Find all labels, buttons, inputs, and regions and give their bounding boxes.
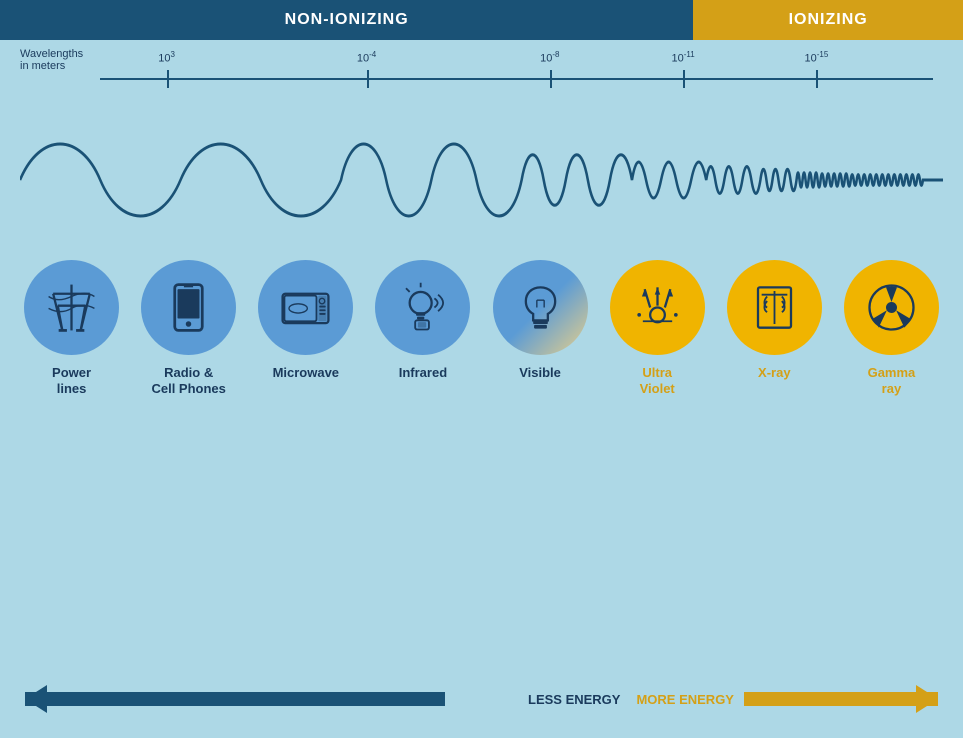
icon-circle-gamma — [844, 260, 939, 355]
more-energy-arrow — [744, 685, 938, 713]
ultraviolet-icon — [630, 280, 685, 335]
tick-1 — [167, 70, 169, 88]
tick-label-2: 10-4 — [357, 50, 376, 65]
less-energy-arrow — [25, 685, 445, 713]
ionizing-band: IONIZING — [693, 0, 963, 40]
tick-3 — [550, 70, 552, 88]
icon-item-visible: Visible — [489, 260, 592, 381]
visible-light-icon — [513, 280, 568, 335]
icon-circle-power-lines — [24, 260, 119, 355]
tick-label-1: 103 — [158, 50, 175, 65]
tick-label-3: 10-8 — [540, 50, 559, 65]
xray-icon — [747, 280, 802, 335]
icon-circle-infrared — [375, 260, 470, 355]
xray-label: X-ray — [758, 365, 791, 381]
non-ionizing-label: NON-IONIZING — [285, 11, 409, 29]
icon-item-ultraviolet: UltraViolet — [606, 260, 709, 396]
energy-arrows: LESS ENERGY MORE ENERGY — [0, 685, 963, 713]
visible-label: Visible — [519, 365, 561, 381]
more-energy-label: MORE ENERGY — [636, 692, 734, 707]
wavelength-label: Wavelengths in meters — [20, 48, 83, 72]
icon-circle-xray — [727, 260, 822, 355]
icon-item-power-lines: Powerlines — [20, 260, 123, 396]
cell-phone-icon — [161, 280, 216, 335]
radio-cell-label: Radio &Cell Phones — [151, 365, 225, 396]
icon-item-gamma: Gammaray — [840, 260, 943, 396]
icon-circle-microwave — [258, 260, 353, 355]
icons-section: Powerlines Radio &Cell Phones — [0, 240, 963, 406]
wave-diagram — [20, 120, 943, 240]
icon-circle-radio-cell — [141, 260, 236, 355]
icon-item-radio-cell: Radio &Cell Phones — [137, 260, 240, 396]
wavelength-scale: Wavelengths in meters 103 10-4 10-8 10-1… — [20, 40, 943, 120]
power-lines-label: Powerlines — [52, 365, 91, 396]
scale-line — [100, 78, 933, 80]
icon-item-xray: X-ray — [723, 260, 826, 381]
icon-circle-visible — [493, 260, 588, 355]
gamma-icon — [864, 280, 919, 335]
icon-item-microwave: Microwave — [254, 260, 357, 381]
microwave-label: Microwave — [273, 365, 339, 381]
tick-5 — [816, 70, 818, 88]
icon-circle-ultraviolet — [610, 260, 705, 355]
tick-label-5: 10-15 — [804, 50, 828, 65]
header-bar: NON-IONIZING IONIZING — [0, 0, 963, 40]
infrared-icon — [395, 280, 450, 335]
icon-item-infrared: Infrared — [371, 260, 474, 381]
microwave-icon — [278, 280, 333, 335]
gamma-label: Gammaray — [868, 365, 916, 396]
ionizing-label: IONIZING — [789, 11, 868, 29]
infrared-label: Infrared — [399, 365, 447, 381]
tick-label-4: 10-11 — [671, 50, 694, 65]
tick-2 — [367, 70, 369, 88]
power-lines-icon — [44, 280, 99, 335]
non-ionizing-band: NON-IONIZING — [0, 0, 693, 40]
less-energy-label: LESS ENERGY — [528, 692, 620, 707]
tick-4 — [683, 70, 685, 88]
wave-svg — [20, 120, 943, 240]
ultraviolet-label: UltraViolet — [640, 365, 675, 396]
energy-text-labels: LESS ENERGY MORE ENERGY — [518, 692, 744, 707]
